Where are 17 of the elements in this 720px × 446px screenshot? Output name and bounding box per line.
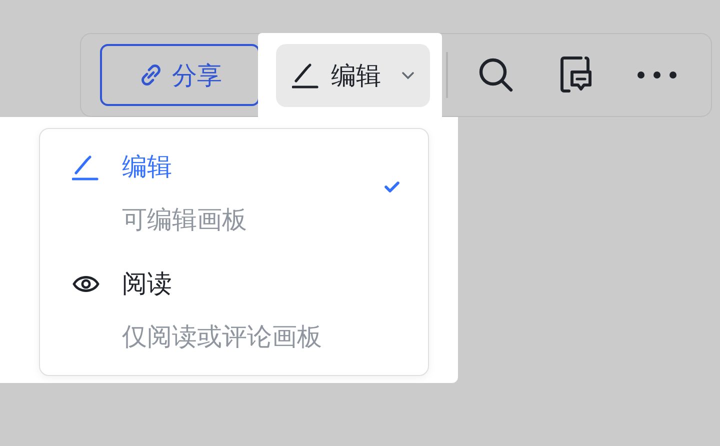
more-icon	[637, 71, 677, 79]
pencil-icon	[292, 62, 319, 89]
pencil-icon	[72, 154, 99, 180]
more-button[interactable]	[637, 71, 677, 79]
menu-item-label: 阅读	[122, 268, 173, 300]
menu-item-label: 编辑	[122, 151, 173, 183]
edit-mode-button[interactable]: 编辑	[276, 44, 430, 107]
comment-button[interactable]	[559, 56, 593, 94]
menu-item-description: 可编辑画板	[122, 204, 248, 236]
search-icon	[477, 56, 515, 94]
check-icon	[384, 181, 400, 193]
document-comment-icon	[559, 56, 593, 94]
search-button[interactable]	[477, 56, 515, 94]
caret-icon	[401, 71, 415, 80]
menu-item-description: 仅阅读或评论画板	[122, 321, 323, 353]
menu-item[interactable]: 编辑 可编辑画板	[72, 149, 428, 238]
menu-item[interactable]: 阅读 仅阅读或评论画板	[72, 266, 428, 355]
